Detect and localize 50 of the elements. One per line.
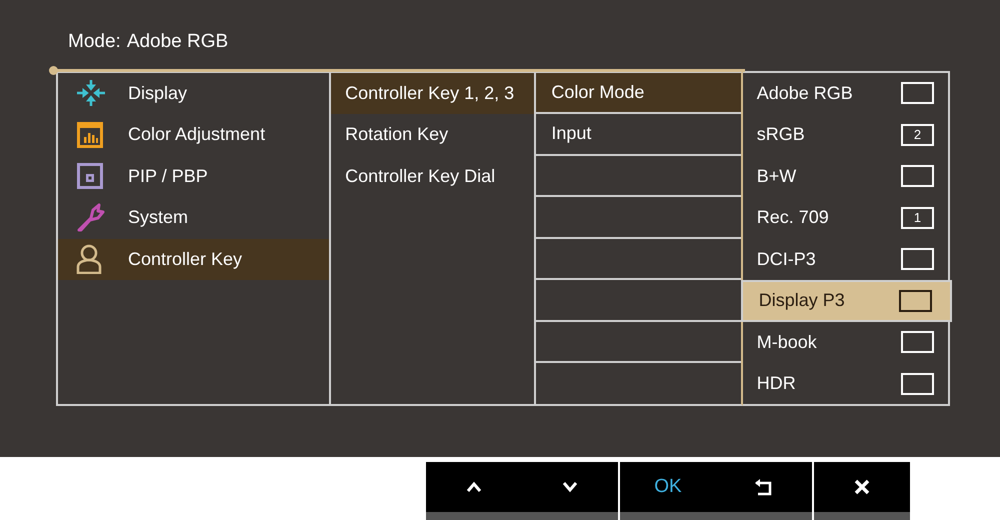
slot-box [901, 372, 934, 395]
option-label: DCI-P3 [756, 248, 816, 271]
option-item[interactable]: sRGB 2 [742, 114, 948, 156]
menu-item[interactable]: System [58, 197, 330, 238]
slot-box [899, 290, 932, 312]
option-item[interactable]: Rec. 709 1 [742, 197, 948, 238]
function-item[interactable]: Input [536, 114, 741, 156]
menu-label: Display [128, 82, 188, 105]
menu-label: PIP / PBP [128, 164, 208, 188]
option-label: M-book [756, 330, 817, 354]
submenu-item[interactable]: Rotation Key [331, 114, 534, 156]
submenu-item[interactable]: Controller Key 1, 2, 3 [331, 72, 534, 114]
menu-label: Controller Key [128, 248, 242, 271]
option-label: sRGB [756, 123, 805, 146]
option-label: B+W [756, 164, 796, 188]
menu-label: Color Adjustment [128, 123, 266, 146]
close-icon [854, 479, 870, 495]
back-icon [754, 478, 774, 496]
slot-box [901, 82, 934, 104]
option-label: HDR [756, 372, 796, 396]
option-item[interactable]: Adobe RGB [742, 72, 948, 114]
option-item[interactable]: DCI-P3 [742, 238, 948, 280]
slot-box: 2 [901, 124, 934, 146]
option-label: Rec. 709 [756, 206, 829, 230]
option-item[interactable]: M-book [742, 322, 948, 363]
down-icon [562, 481, 578, 493]
mode-label: Mode: [68, 30, 121, 54]
slot-box [901, 165, 934, 188]
submenu-item[interactable]: Controller Key Dial [331, 156, 534, 197]
option-label: Display P3 [758, 289, 845, 312]
menu-item[interactable]: Display [58, 72, 330, 114]
option-item[interactable]: Display P3 [740, 280, 952, 322]
chart-icon [76, 120, 104, 149]
menu-item[interactable]: Controller Key [58, 238, 330, 280]
up-icon [466, 481, 482, 493]
window-icon [76, 162, 104, 190]
mode-value: Adobe RGB [126, 30, 228, 54]
slot-box [901, 248, 934, 270]
wrench-icon [76, 202, 106, 233]
option-item[interactable]: HDR [742, 363, 948, 404]
menu-item[interactable]: Color Adjustment [58, 114, 330, 156]
option-item[interactable]: B+W [742, 156, 948, 197]
menu-label: System [128, 206, 188, 230]
menu-item[interactable]: PIP / PBP [58, 156, 330, 197]
function-item[interactable]: Color Mode [536, 72, 741, 114]
person-icon [76, 244, 102, 274]
arrows-icon [76, 79, 106, 108]
option-label: Adobe RGB [756, 82, 853, 105]
slot-box [901, 331, 934, 354]
slot-box: 1 [901, 206, 934, 229]
